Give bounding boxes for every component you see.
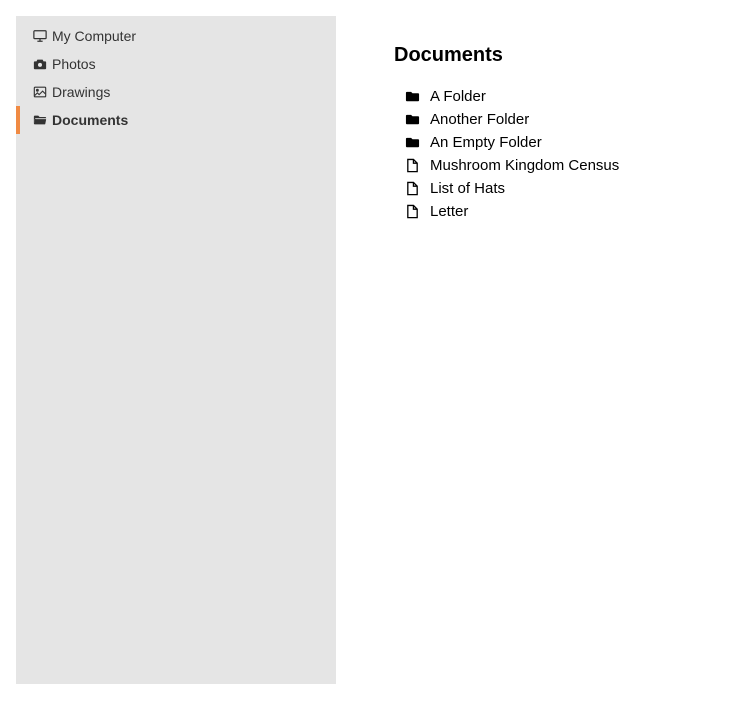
file-icon	[404, 204, 420, 220]
list-item-label: Letter	[430, 203, 468, 220]
sidebar-item-photos[interactable]: Photos	[16, 50, 336, 78]
list-item[interactable]: Another Folder	[404, 108, 740, 131]
item-list: A Folder Another Folder An Empty Folder …	[394, 85, 740, 223]
page-title: Documents	[394, 44, 740, 67]
folder-icon	[404, 135, 420, 151]
file-icon	[404, 181, 420, 197]
list-item-label: Mushroom Kingdom Census	[430, 157, 619, 174]
sidebar-item-label: Drawings	[52, 83, 110, 101]
main-panel: Documents A Folder Another Folder An Emp…	[336, 16, 740, 688]
sidebar-item-my-computer[interactable]: My Computer	[16, 22, 336, 50]
list-item-label: An Empty Folder	[430, 134, 542, 151]
list-item-label: A Folder	[430, 88, 486, 105]
image-icon	[32, 84, 48, 100]
list-item[interactable]: An Empty Folder	[404, 131, 740, 154]
folder-icon	[404, 89, 420, 105]
camera-icon	[32, 56, 48, 72]
desktop-icon	[32, 28, 48, 44]
sidebar-item-label: Photos	[52, 55, 96, 73]
sidebar-item-label: My Computer	[52, 27, 136, 45]
folder-open-icon	[32, 112, 48, 128]
list-item[interactable]: Letter	[404, 200, 740, 223]
list-item[interactable]: Mushroom Kingdom Census	[404, 154, 740, 177]
list-item-label: List of Hats	[430, 180, 505, 197]
sidebar: My Computer Photos Drawings Documents	[16, 16, 336, 684]
sidebar-item-drawings[interactable]: Drawings	[16, 78, 336, 106]
folder-icon	[404, 112, 420, 128]
sidebar-item-documents[interactable]: Documents	[16, 106, 336, 134]
list-item-label: Another Folder	[430, 111, 529, 128]
file-icon	[404, 158, 420, 174]
list-item[interactable]: A Folder	[404, 85, 740, 108]
sidebar-item-label: Documents	[52, 111, 128, 129]
list-item[interactable]: List of Hats	[404, 177, 740, 200]
